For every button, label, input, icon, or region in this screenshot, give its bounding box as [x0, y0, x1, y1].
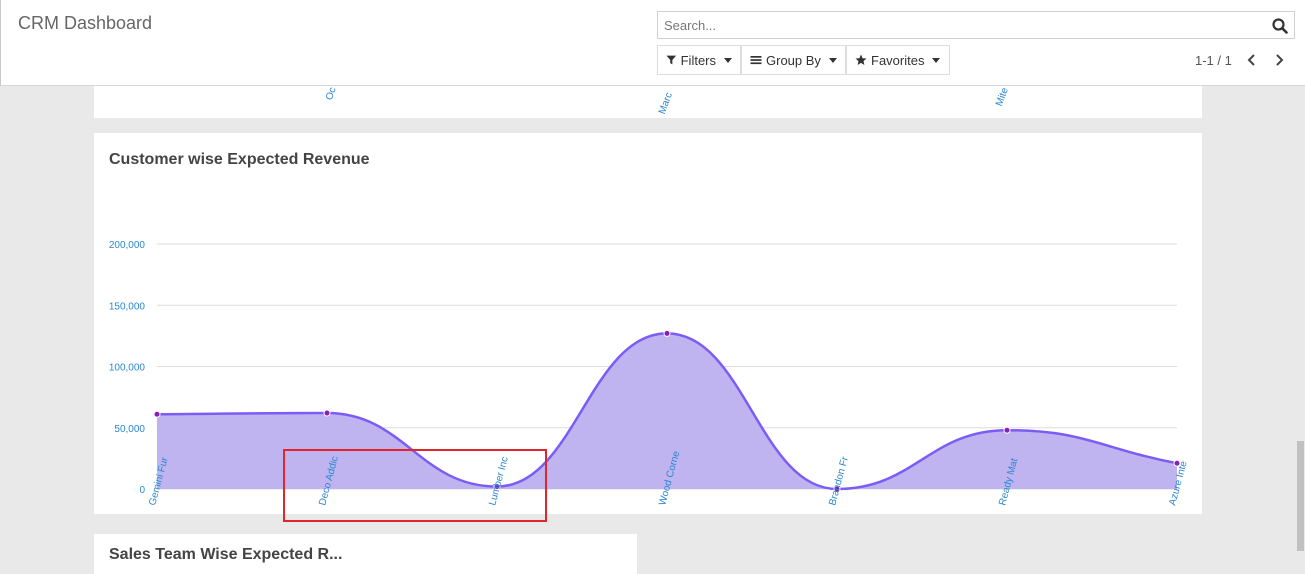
top-axis-label: Marc — [657, 91, 675, 116]
favorites-label: Favorites — [871, 52, 925, 68]
group-by-button[interactable]: Group By — [741, 45, 846, 75]
pager-value: 1-1 / 1 — [1195, 53, 1232, 68]
dashboard-content: Oc Marc Mite Customer wise Expected Reve… — [0, 86, 1305, 574]
y-tick-label: 0 — [139, 485, 145, 496]
x-tick-label: Brandon Fr — [827, 455, 851, 507]
highlight-box — [283, 449, 547, 522]
page-title: CRM Dashboard — [18, 13, 153, 33]
data-point — [323, 409, 331, 417]
control-panel: CRM Dashboard Filters Group By Favorites… — [0, 0, 1305, 86]
group-by-label: Group By — [766, 52, 821, 68]
top-axis-label: Oc — [324, 86, 339, 102]
revenue-chart: 050,000100,000150,000200,000Gemini Fur De… — [109, 240, 1190, 507]
filter-icon — [666, 55, 677, 65]
scrollbar-thumb[interactable] — [1297, 441, 1304, 551]
data-point — [663, 329, 671, 337]
chevron-right-icon[interactable] — [1270, 51, 1288, 69]
filters-button[interactable]: Filters — [657, 45, 741, 75]
search-box[interactable] — [657, 11, 1295, 39]
y-tick-label: 150,000 — [109, 301, 146, 312]
chevron-down-icon — [932, 57, 941, 63]
search-icon[interactable] — [1272, 18, 1288, 34]
filters-label: Filters — [680, 52, 716, 68]
sales-team-chart-card: Sales Team Wise Expected R... — [94, 534, 637, 574]
top-axis-label: Mite — [994, 86, 1011, 108]
top-chart-card: Oc Marc Mite — [94, 86, 1202, 118]
favorites-button[interactable]: Favorites — [846, 45, 950, 75]
data-point — [153, 410, 161, 418]
chart-title: Sales Team Wise Expected R... — [109, 546, 343, 563]
y-tick-label: 100,000 — [109, 363, 146, 374]
star-icon — [855, 54, 867, 65]
revenue-chart-card: Customer wise Expected Revenue 0 50,000 10… — [94, 133, 1202, 514]
search-input[interactable] — [658, 12, 1258, 38]
y-tick-label: 200,000 — [109, 240, 146, 251]
data-point — [1003, 426, 1011, 434]
y-tick-label: 50,000 — [114, 424, 145, 435]
chevron-down-icon — [828, 57, 837, 63]
list-icon — [750, 56, 762, 65]
chevron-down-icon — [724, 57, 732, 63]
chevron-left-icon[interactable] — [1243, 51, 1261, 69]
